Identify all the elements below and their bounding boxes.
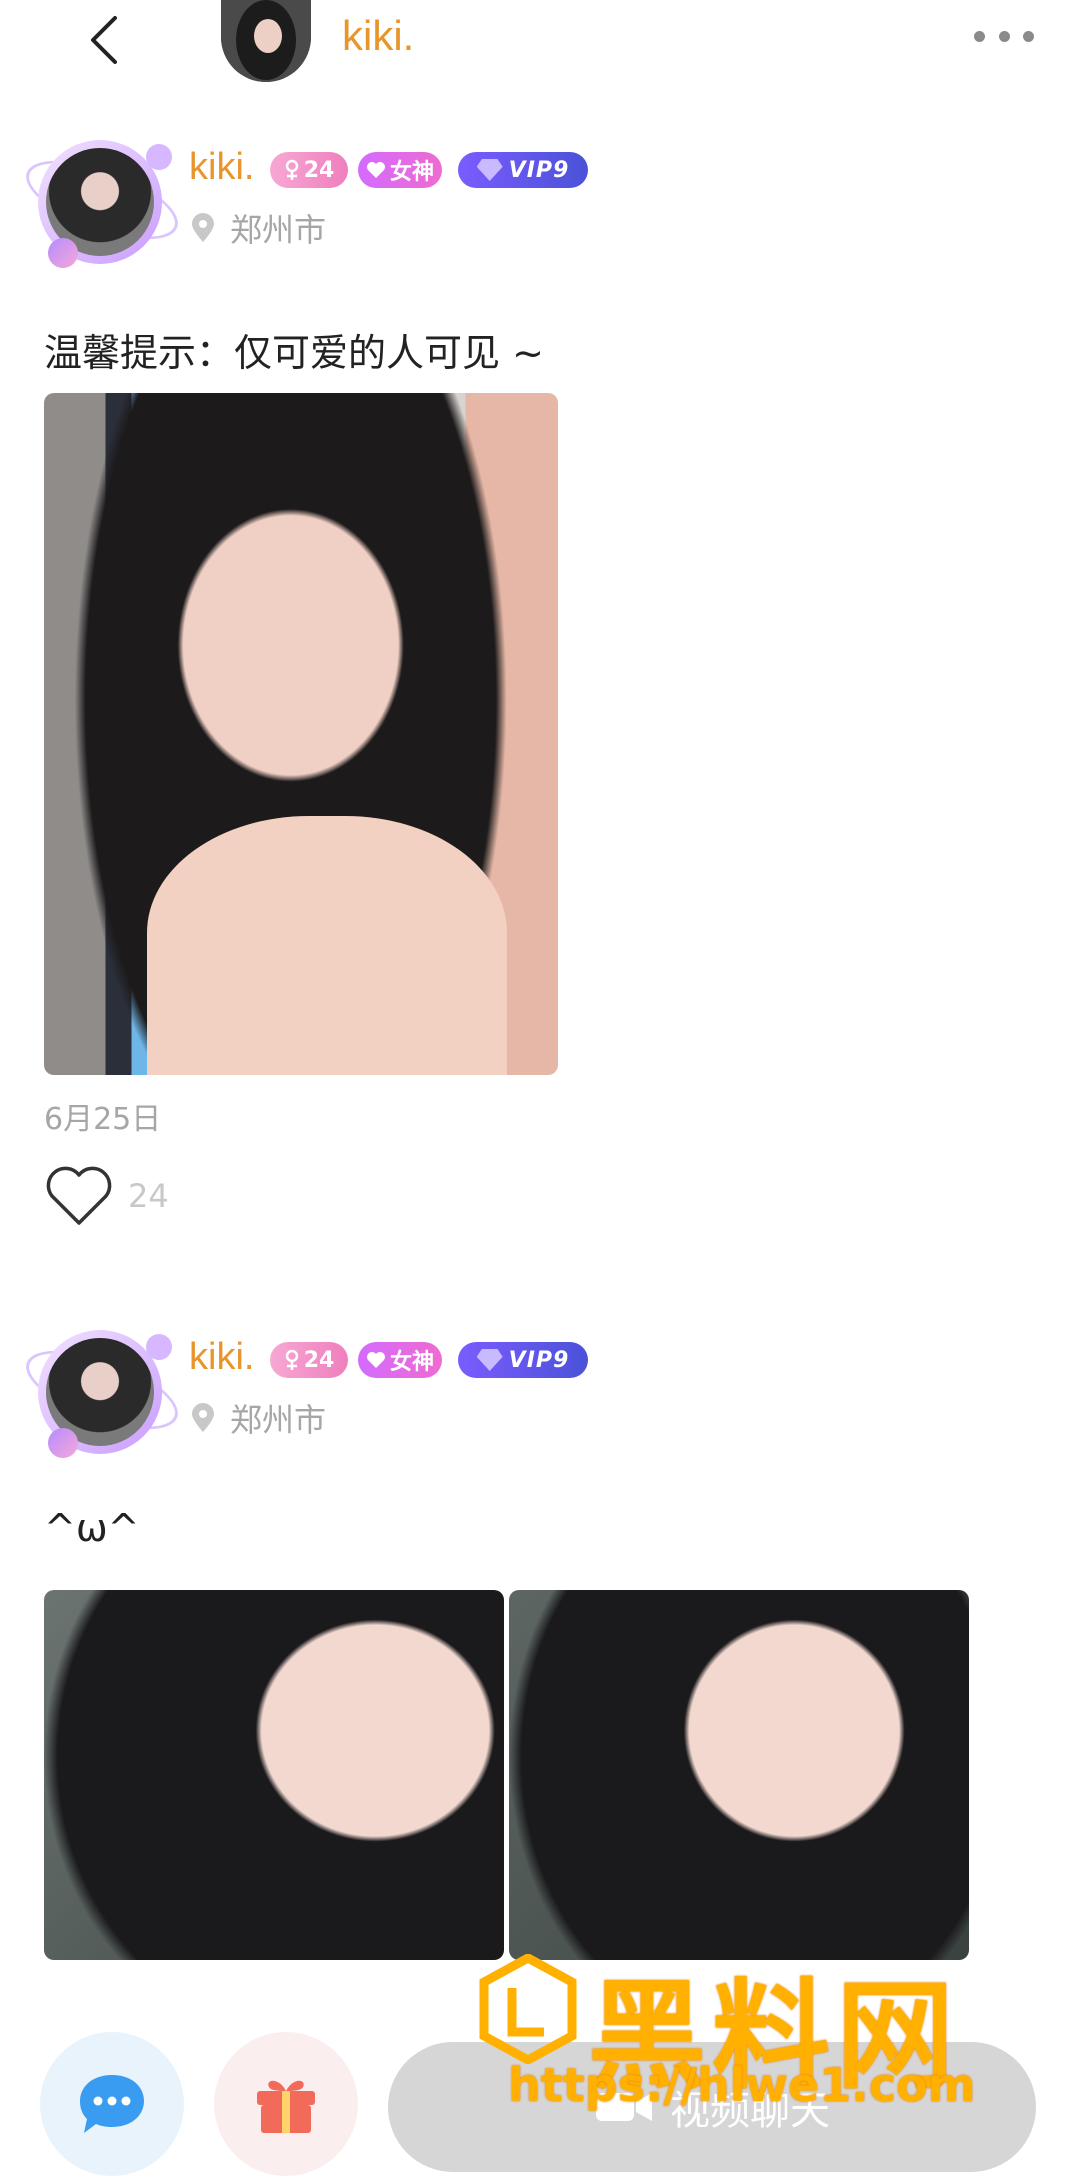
vip-badge: VIP9 [458, 1342, 588, 1378]
female-icon [285, 1349, 298, 1370]
bottom-action-bar: 视频聊天 [0, 2010, 1078, 2184]
gift-button[interactable] [214, 2032, 358, 2176]
location-text: 郑州市 [230, 1401, 327, 1439]
more-dot-icon [1023, 30, 1034, 42]
back-button[interactable] [82, 10, 126, 70]
avatar-image [221, 0, 311, 82]
video-chat-label: 视频聊天 [670, 2088, 830, 2134]
vip-badge: VIP9 [458, 152, 588, 188]
location: 郑州市 [190, 1398, 327, 1439]
rocket-icon [48, 1428, 78, 1458]
chat-bubble-icon [80, 2075, 144, 2133]
like-row: 24 [44, 1166, 169, 1226]
user-name[interactable]: kiki. [189, 146, 254, 189]
heart-badge-icon [366, 1352, 385, 1368]
sparkle-icon [146, 1334, 172, 1360]
video-camera-icon [596, 2093, 652, 2121]
post-item: kiki. 24 女神 VIP9 郑州市 温馨提示：仅可爱的人可见 ~ 6月25… [0, 130, 1078, 1225]
top-bar: kiki. [0, 0, 1078, 86]
rocket-icon [48, 238, 78, 268]
user-name[interactable]: kiki. [189, 1336, 254, 1379]
video-chat-button[interactable]: 视频聊天 [388, 2042, 1036, 2172]
more-options-button[interactable] [974, 24, 1034, 48]
sparkle-icon [146, 144, 172, 170]
diamond-icon [476, 1349, 503, 1371]
page-title: kiki. [342, 12, 415, 59]
age-badge: 24 [270, 152, 348, 188]
diamond-icon [476, 159, 503, 181]
location: 郑州市 [190, 208, 327, 249]
post-photo[interactable] [44, 1590, 504, 1960]
post-photo[interactable] [509, 1590, 969, 1960]
post-header: kiki. 24 女神 VIP9 郑州市 [0, 130, 700, 270]
goddess-badge: 女神 [358, 1342, 442, 1378]
goddess-badge: 女神 [358, 152, 442, 188]
heart-badge-icon [366, 162, 385, 178]
message-button[interactable] [40, 2032, 184, 2176]
location-text: 郑州市 [230, 211, 327, 249]
header-avatar[interactable] [221, 0, 311, 82]
age-badge: 24 [270, 1342, 348, 1378]
post-text: 温馨提示：仅可爱的人可见 ~ [44, 331, 544, 375]
location-pin-icon [190, 213, 216, 243]
post-header: kiki. 24 女神 VIP9 郑州市 [0, 1320, 700, 1460]
avatar[interactable] [16, 130, 188, 270]
post-text: ^ω^ [44, 1506, 140, 1550]
more-dot-icon [998, 30, 1010, 42]
like-count: 24 [128, 1177, 169, 1215]
chevron-left-icon [91, 16, 117, 64]
location-pin-icon [190, 1403, 216, 1433]
heart-icon[interactable] [44, 1165, 114, 1227]
post-date: 6月25日 [44, 1102, 162, 1137]
female-icon [285, 159, 298, 180]
gift-icon [257, 2080, 315, 2133]
more-dot-icon [974, 30, 985, 42]
post-photo[interactable] [44, 393, 558, 1075]
avatar[interactable] [16, 1320, 188, 1460]
